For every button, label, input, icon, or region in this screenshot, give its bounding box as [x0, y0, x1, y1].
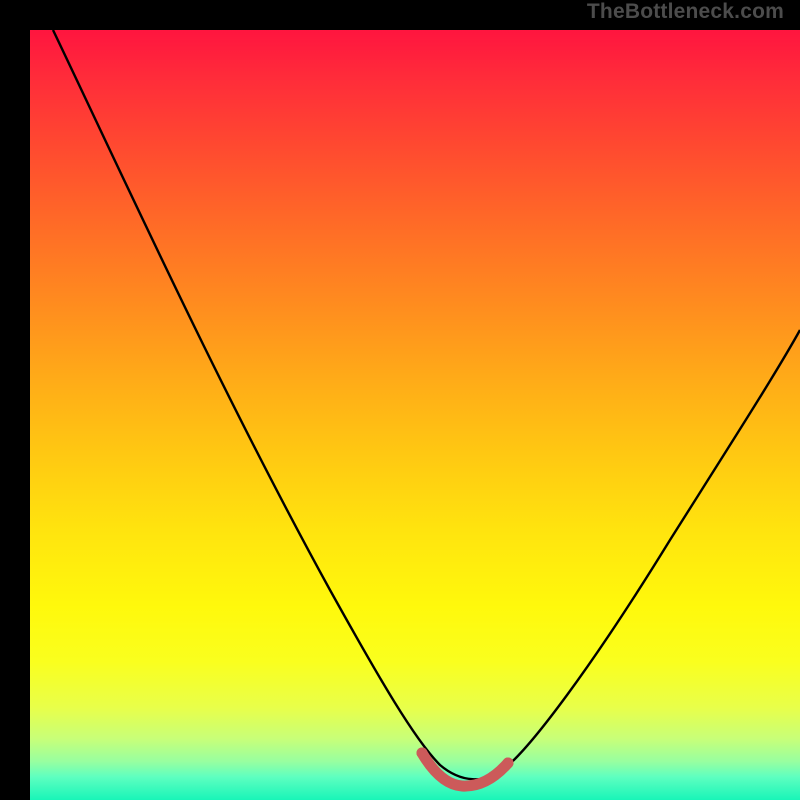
highlight-dot-right	[503, 758, 514, 769]
curve-svg	[30, 30, 800, 800]
highlight-dot-left	[417, 748, 428, 759]
chart-frame	[15, 15, 785, 785]
watermark-text: TheBottleneck.com	[587, 0, 784, 24]
bottleneck-curve	[53, 30, 800, 779]
plot-area	[30, 30, 800, 800]
